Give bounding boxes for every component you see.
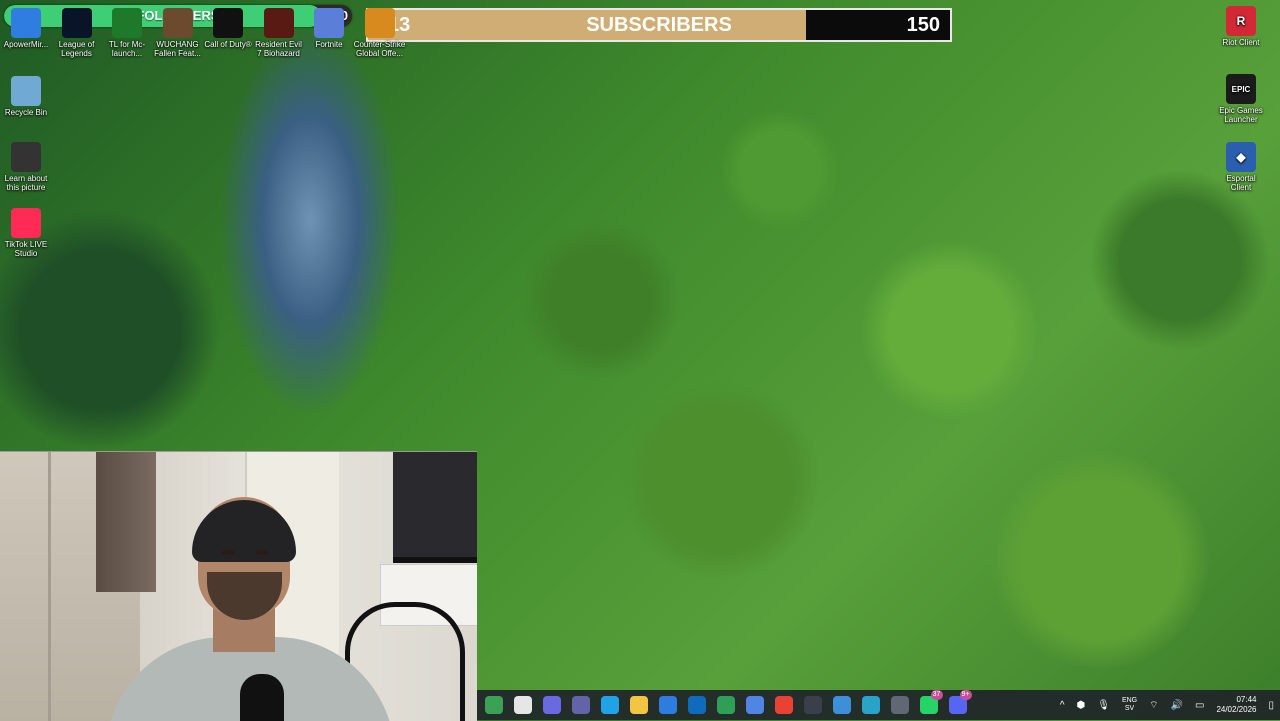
taskbar: 37 9+ ^ ⬢ 🎙 ENG SV ⌔ 🔊 ▭ 07:44 24/02/2026… bbox=[477, 690, 1280, 720]
clock[interactable]: 07:44 24/02/2026 bbox=[1216, 695, 1256, 715]
taskbar-app-photos-icon[interactable] bbox=[832, 696, 851, 714]
desktop-icon-epic-games[interactable]: EPIC Epic Games Launcher bbox=[1215, 74, 1267, 124]
desktop-icon-label: Learn about this picture bbox=[4, 174, 48, 192]
resident-evil-icon bbox=[263, 8, 294, 38]
taskbar-app-gallery-icon[interactable] bbox=[745, 696, 764, 714]
desktop-icon-tlauncher[interactable]: TL for Mc-launch... bbox=[101, 8, 153, 58]
webcam-overlay bbox=[0, 451, 477, 721]
webcam-couch-seam bbox=[48, 452, 51, 721]
desktop-icon-esportal[interactable]: ◆ Esportal Client bbox=[1215, 142, 1267, 192]
esportal-icon: ◆ bbox=[1226, 142, 1256, 172]
desktop-icon-call-of-duty[interactable]: Call of Duty® bbox=[202, 8, 254, 49]
notification-badge: 37 bbox=[930, 690, 943, 700]
system-tray: ^ ⬢ 🎙 ENG SV ⌔ 🔊 ▭ 07:44 24/02/2026 ▯ bbox=[1054, 690, 1280, 720]
desktop-icon-fortnite[interactable]: Fortnite bbox=[303, 8, 355, 49]
counter-strike-icon bbox=[364, 8, 395, 38]
webcam-tv bbox=[393, 452, 477, 563]
battery-icon[interactable]: ▭ bbox=[1195, 700, 1204, 711]
desktop-icon-tiktok-live-studio[interactable]: TikTok LIVE Studio bbox=[0, 208, 52, 258]
notification-badge: 9+ bbox=[959, 690, 972, 700]
desktop-icon-wuchang[interactable]: WUCHANG Fallen Feat... bbox=[152, 8, 204, 58]
desktop-icon-league-of-legends[interactable]: League of Legends bbox=[51, 8, 103, 58]
desktop-icon-counter-strike[interactable]: Counter-Strike Global Offe... bbox=[354, 8, 406, 58]
desktop-icon-label: TL for Mc-launch... bbox=[108, 40, 146, 58]
call-of-duty-icon bbox=[213, 8, 243, 38]
taskbar-app-cube-icon[interactable] bbox=[803, 696, 822, 714]
language-bottom: SV bbox=[1124, 705, 1135, 712]
tray-overflow-chevron[interactable]: ^ bbox=[1060, 700, 1065, 711]
webcam-microphone bbox=[240, 674, 284, 721]
learn-about-picture-icon bbox=[11, 142, 41, 172]
desktop-icon-riot-client[interactable]: R Riot Client bbox=[1215, 6, 1267, 47]
tray-app-icon[interactable]: ⬢ bbox=[1077, 700, 1086, 711]
subscribers-goal: 150 bbox=[906, 14, 940, 36]
desktop-icon-recycle-bin[interactable]: Recycle Bin bbox=[0, 76, 52, 117]
wuchang-icon bbox=[162, 8, 193, 38]
language-indicator[interactable]: ENG SV bbox=[1122, 697, 1137, 713]
desktop-icon-label: Epic Games Launcher bbox=[1219, 106, 1263, 124]
desktop-icon-label: Resident Evil 7 Biohazard bbox=[255, 40, 302, 58]
desktop-icon-label: League of Legends bbox=[58, 40, 95, 58]
clock-time: 07:44 bbox=[1236, 695, 1257, 704]
taskbar-app-copilot-icon[interactable] bbox=[542, 696, 561, 714]
tlauncher-icon bbox=[112, 8, 142, 38]
recycle-bin-icon bbox=[11, 76, 41, 106]
desktop-icon-label: Esportal Client bbox=[1226, 174, 1256, 192]
taskbar-app-file-icon[interactable] bbox=[513, 696, 532, 714]
taskbar-app-chrome-icon[interactable] bbox=[774, 696, 793, 714]
tiktok-live-studio-icon bbox=[11, 208, 41, 238]
desktop-icon-label: ApowerMir... bbox=[3, 40, 49, 49]
desktop-icon-resident-evil[interactable]: Resident Evil 7 Biohazard bbox=[253, 8, 305, 58]
fortnite-icon bbox=[314, 8, 344, 38]
volume-icon[interactable]: 🔊 bbox=[1171, 700, 1183, 711]
webcam-person-eye-right bbox=[256, 550, 268, 555]
desktop-icon-label: TikTok LIVE Studio bbox=[4, 240, 48, 258]
riot-client-icon: R bbox=[1226, 6, 1256, 36]
desktop-icon-label: Fortnite bbox=[315, 40, 343, 49]
taskbar-app-vpn-icon[interactable] bbox=[716, 696, 735, 714]
clock-date: 24/02/2026 bbox=[1216, 705, 1257, 714]
notification-icon[interactable]: ▯ bbox=[1268, 700, 1274, 711]
desktop-icon-label: Call of Duty® bbox=[204, 40, 252, 49]
desktop-icon-apowermirror[interactable]: ApowerMir... bbox=[0, 8, 52, 49]
taskbar-app-edge-icon[interactable] bbox=[600, 696, 619, 714]
microphone-icon[interactable]: 🎙 bbox=[1097, 700, 1110, 711]
desktop-icon-label: Recycle Bin bbox=[4, 108, 48, 117]
taskbar-app-green-icon[interactable] bbox=[484, 696, 503, 714]
desktop-icon-label: Riot Client bbox=[1222, 38, 1260, 47]
apowermirror-icon bbox=[11, 8, 41, 38]
taskbar-app-discord-icon[interactable]: 9+ bbox=[948, 690, 972, 714]
language-top: ENG bbox=[1121, 697, 1138, 704]
taskbar-app-steam-like-icon[interactable] bbox=[890, 696, 909, 714]
wifi-icon[interactable]: ⌔ bbox=[1149, 699, 1158, 712]
epic-games-icon: EPIC bbox=[1226, 74, 1256, 104]
taskbar-app-whatsapp-icon[interactable]: 37 bbox=[919, 690, 943, 714]
desktop-icon-label: Counter-Strike Global Offe... bbox=[353, 40, 406, 58]
taskbar-app-store-icon[interactable] bbox=[658, 696, 677, 714]
subscribers-goal-bar: 113 SUBSCRIBERS 150 bbox=[366, 8, 952, 42]
taskbar-app-teams-icon[interactable] bbox=[571, 696, 590, 714]
taskbar-app-outlook-icon[interactable] bbox=[687, 696, 706, 714]
webcam-person-eye-left bbox=[222, 550, 234, 555]
webcam-curtain bbox=[96, 452, 156, 592]
subscribers-label: SUBSCRIBERS bbox=[586, 14, 732, 36]
league-of-legends-icon bbox=[61, 8, 92, 38]
taskbar-app-monitor-icon[interactable] bbox=[861, 696, 880, 714]
desktop-icon-label: WUCHANG Fallen Feat... bbox=[154, 40, 201, 58]
desktop-icon-learn-about-picture[interactable]: Learn about this picture bbox=[0, 142, 52, 192]
taskbar-app-explorer-icon[interactable] bbox=[629, 696, 648, 714]
